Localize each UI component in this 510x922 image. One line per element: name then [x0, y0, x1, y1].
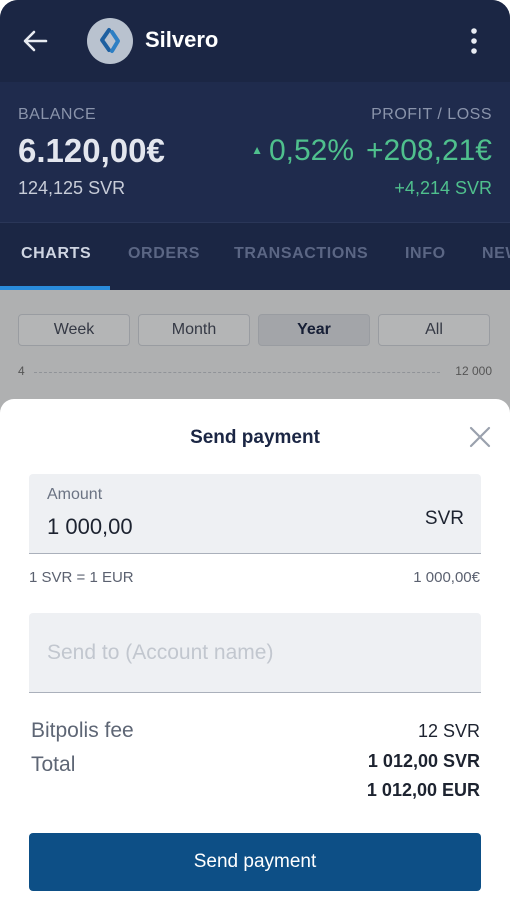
balance-summary: BALANCE 6.120,00€ 124,125 SVR PROFIT / L… [0, 82, 510, 222]
profit-loss-label: PROFIT / LOSS [371, 106, 492, 123]
profit-loss-row: ▲ 0,52% +208,21€ [251, 134, 492, 168]
profit-loss-svr: +4,214 SVR [394, 178, 492, 198]
sheet-title: Send payment [190, 427, 320, 448]
amount-field[interactable]: Amount 1 000,00 SVR [29, 474, 481, 554]
fee-label: Bitpolis fee [31, 719, 134, 742]
profit-loss-value: +208,21€ [366, 134, 492, 167]
exchange-rate: 1 SVR = 1 EUR [29, 569, 134, 586]
total-label: Total [31, 753, 76, 776]
tab-info[interactable]: INFO [405, 245, 446, 263]
close-icon[interactable] [468, 425, 492, 449]
balance-value: 6.120,00€ [18, 132, 165, 169]
send-payment-button[interactable]: Send payment [29, 833, 481, 891]
amount-label: Amount [47, 486, 103, 503]
balance-label: BALANCE [18, 106, 97, 123]
send-payment-sheet: Send payment Amount 1 000,00 SVR 1 SVR =… [0, 399, 510, 922]
tab-news[interactable]: NEWS [482, 245, 510, 263]
amount-value[interactable]: 1 000,00 [47, 514, 133, 540]
profit-loss-percent: 0,52% [268, 134, 355, 167]
amount-currency: SVR [424, 508, 464, 529]
fee-value: 12 SVR [417, 721, 480, 741]
silvero-logo-icon [87, 18, 133, 64]
tab-transactions[interactable]: TRANSACTIONS [234, 245, 368, 263]
tab-orders[interactable]: ORDERS [128, 245, 200, 263]
amount-in-eur: 1 000,00€ [413, 569, 480, 586]
back-arrow-icon[interactable] [20, 26, 50, 56]
send-to-field[interactable] [29, 613, 481, 693]
app-header: Silvero [0, 0, 510, 82]
balance-svr-value: 124,125 SVR [18, 178, 126, 198]
total-eur-value: 1 012,00 EUR [366, 780, 480, 800]
page-title: Silvero [145, 27, 219, 52]
more-vertical-icon[interactable] [464, 26, 484, 56]
total-svr-value: 1 012,00 SVR [367, 751, 480, 771]
app-screen: Silvero BALANCE 6.120,00€ 124,125 SVR PR… [0, 0, 510, 922]
trend-up-icon: ▲ [251, 143, 263, 157]
send-to-input[interactable] [47, 637, 457, 669]
tab-charts[interactable]: CHARTS [21, 245, 91, 263]
tab-bar: CHARTS ORDERS TRANSACTIONS INFO NEWS [0, 222, 510, 290]
